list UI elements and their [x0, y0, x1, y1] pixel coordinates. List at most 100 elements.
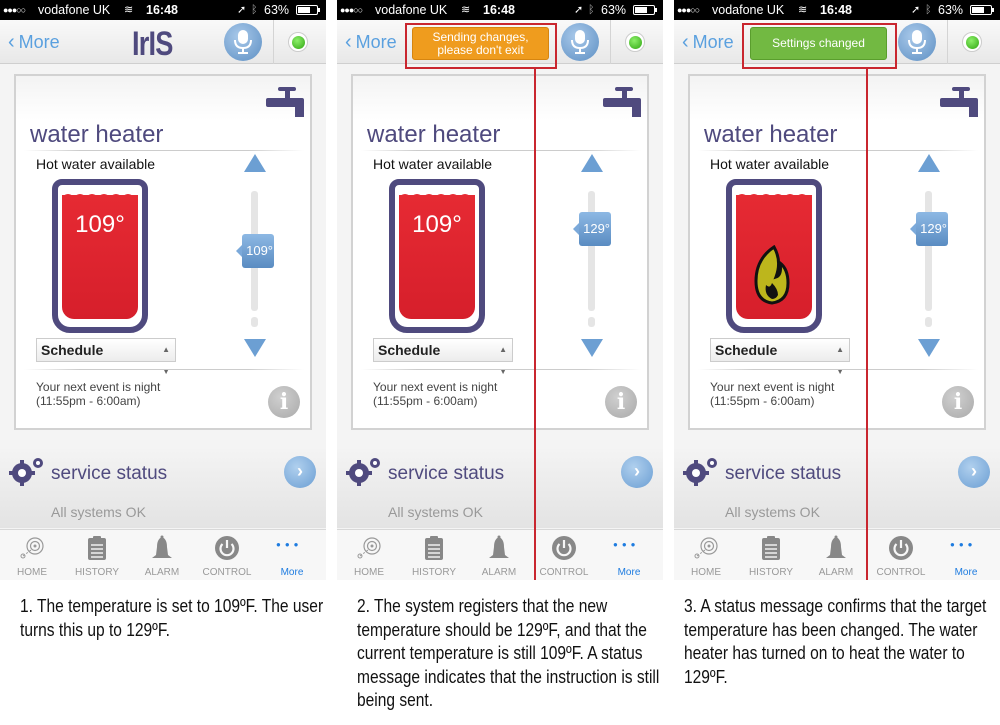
temperature-slider-handle[interactable]: 129°: [573, 212, 611, 246]
temperature-up-button[interactable]: [581, 154, 603, 172]
microphone-button[interactable]: [561, 23, 599, 61]
tab-more[interactable]: ●●● More: [262, 530, 322, 580]
tap-icon: [266, 87, 304, 117]
tab-history[interactable]: HISTORY: [404, 530, 464, 580]
annotation-connector-line: [534, 69, 536, 580]
mode-select[interactable]: Schedule ▲ ▼: [710, 338, 850, 376]
chevron-right-icon[interactable]: ›: [958, 456, 990, 488]
info-button[interactable]: i: [605, 386, 637, 418]
tab-more[interactable]: ●●● More: [599, 530, 659, 580]
connection-status-icon[interactable]: [288, 32, 308, 52]
tab-home[interactable]: HOME: [2, 530, 62, 580]
next-event-line2: (11:55pm - 6:00am): [36, 394, 141, 408]
temperature-slider-handle[interactable]: 129°: [910, 212, 948, 246]
chevron-left-icon: ‹: [8, 31, 15, 53]
tab-control[interactable]: CONTROL: [197, 530, 257, 580]
phone-screen: ●●●○○ vodafone UK ≋ 16:48 ➚ ᛒ 63% ‹ More …: [337, 0, 663, 580]
home-radar-icon: [694, 537, 718, 559]
current-temperature: 109°: [412, 211, 462, 238]
microphone-button[interactable]: [898, 23, 936, 61]
current-temperature: 109°: [75, 211, 125, 238]
service-status-section[interactable]: service status › All systems OK: [674, 446, 1000, 528]
mode-select[interactable]: Schedule ▲ ▼: [373, 338, 513, 376]
temperature-down-button[interactable]: [244, 339, 266, 357]
battery-percent: 63%: [938, 3, 964, 17]
tab-label: ALARM: [818, 567, 854, 578]
next-event-line1: Your next event is night: [36, 380, 161, 394]
service-status-title: service status: [51, 463, 168, 484]
next-event-line1: Your next event is night: [710, 380, 835, 394]
tab-label: HOME: [691, 567, 721, 578]
temperature-up-button[interactable]: [244, 154, 266, 172]
back-button[interactable]: ‹ More: [8, 31, 60, 54]
tab-control[interactable]: CONTROL: [871, 530, 931, 580]
next-event-text: Your next event is night (11:55pm - 6:00a…: [36, 380, 160, 408]
step-caption: 2. The system registers that the new tem…: [357, 595, 660, 710]
gears-icon: [9, 458, 43, 486]
wifi-icon: ≋: [798, 4, 808, 16]
tab-label: HOME: [17, 567, 47, 578]
more-dots-icon: ●●●: [950, 540, 977, 549]
service-status-text: All systems OK: [725, 504, 820, 520]
slider-track-end: [588, 317, 595, 327]
bell-icon: [826, 535, 846, 558]
tab-alarm[interactable]: ALARM: [469, 530, 529, 580]
tap-icon: [940, 87, 978, 117]
tab-label: More: [954, 567, 978, 578]
temperature-down-button[interactable]: [918, 339, 940, 357]
water-tank-gauge: [726, 179, 822, 333]
temperature-slider-handle[interactable]: 109°: [236, 234, 274, 268]
tab-alarm[interactable]: ALARM: [132, 530, 192, 580]
service-status-section[interactable]: service status › All systems OK: [337, 446, 663, 528]
microphone-button[interactable]: [224, 23, 262, 61]
bell-icon: [152, 535, 172, 558]
service-status-title: service status: [388, 463, 505, 484]
temperature-down-button[interactable]: [581, 339, 603, 357]
chevron-right-icon[interactable]: ›: [284, 456, 316, 488]
chevron-left-icon: ‹: [345, 31, 352, 53]
select-arrows-icon: ▲ ▼: [499, 345, 507, 376]
home-radar-icon: [20, 537, 44, 559]
divider: [610, 20, 611, 64]
tab-more[interactable]: ●●● More: [936, 530, 996, 580]
gears-icon: [683, 458, 717, 486]
signal-strength-icon: ●●●○○: [677, 5, 700, 15]
next-event-line2: (11:55pm - 6:00am): [710, 394, 815, 408]
temperature-slider-track[interactable]: [925, 191, 932, 311]
temperature-up-button[interactable]: [918, 154, 940, 172]
status-bar: ●●●○○ vodafone UK ≋ 16:48 ➚ ᛒ 63%: [0, 0, 326, 20]
tab-history[interactable]: HISTORY: [741, 530, 801, 580]
tab-bar: HOME HISTORY ALARM CONTROL ●●● More: [337, 529, 663, 580]
temperature-slider-track[interactable]: [588, 191, 595, 311]
mode-select[interactable]: Schedule ▲ ▼: [36, 338, 176, 376]
service-status-section[interactable]: service status › All systems OK: [0, 446, 326, 528]
tab-label: ALARM: [481, 567, 517, 578]
power-icon: [215, 536, 239, 560]
tab-home[interactable]: HOME: [676, 530, 736, 580]
water-tank-gauge: 109°: [389, 179, 485, 333]
tab-control[interactable]: CONTROL: [534, 530, 594, 580]
tab-label: HISTORY: [411, 567, 457, 578]
tab-history[interactable]: HISTORY: [67, 530, 127, 580]
carrier-name: vodafone UK: [375, 3, 448, 17]
more-dots-icon: ●●●: [276, 540, 303, 549]
home-radar-icon: [357, 537, 381, 559]
info-button[interactable]: i: [268, 386, 300, 418]
bluetooth-icon: ᛒ: [925, 4, 932, 16]
info-button[interactable]: i: [942, 386, 974, 418]
phone-screen: ●●●○○ vodafone UK ≋ 16:48 ➚ ᛒ 63% ‹ More …: [674, 0, 1000, 580]
nav-bar: ‹ More IrIS: [0, 20, 326, 64]
tab-alarm[interactable]: ALARM: [806, 530, 866, 580]
panel-step-1: ●●●○○ vodafone UK ≋ 16:48 ➚ ᛒ 63% ‹ More …: [0, 0, 326, 725]
select-arrows-icon: ▲ ▼: [836, 345, 844, 376]
hot-water-status: Hot water available: [710, 156, 830, 172]
back-button[interactable]: ‹ More: [345, 31, 397, 54]
connection-status-icon[interactable]: [625, 32, 645, 52]
power-icon: [552, 536, 576, 560]
clipboard-icon: [762, 536, 780, 560]
chevron-right-icon[interactable]: ›: [621, 456, 653, 488]
tab-home[interactable]: HOME: [339, 530, 399, 580]
back-button[interactable]: ‹ More: [682, 31, 734, 54]
connection-status-icon[interactable]: [962, 32, 982, 52]
hot-water-status: Hot water available: [373, 156, 493, 172]
